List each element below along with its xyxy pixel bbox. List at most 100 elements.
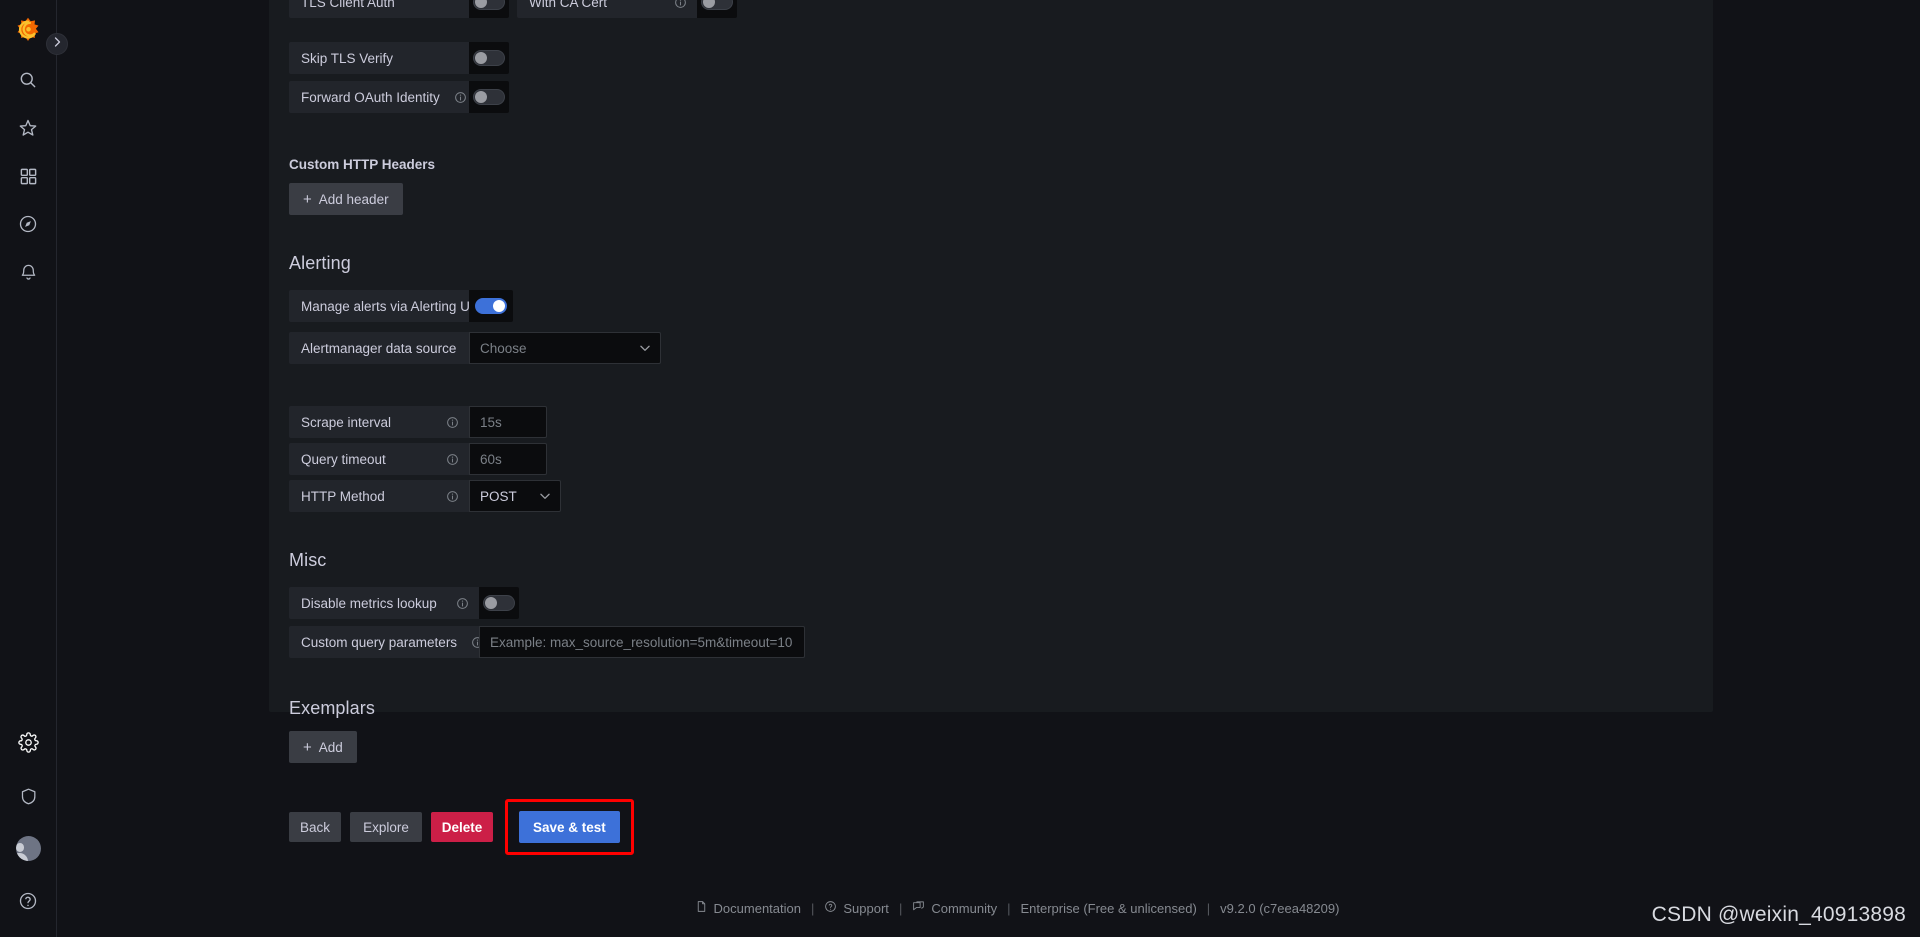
- skip-tls-verify-toggle[interactable]: [473, 50, 505, 66]
- manage-alerts-toggle[interactable]: [475, 298, 507, 314]
- footer-support-label: Support: [843, 900, 889, 916]
- tls-client-auth-toggle[interactable]: [473, 0, 505, 10]
- grafana-datasource-settings-page: TLS Client Auth With CA Cert Skip TLS Ve…: [0, 0, 1920, 937]
- manage-alerts-row: Manage alerts via Alerting UI: [289, 290, 1693, 322]
- page-content: TLS Client Auth With CA Cert Skip TLS Ve…: [57, 0, 1920, 937]
- avatar[interactable]: [15, 836, 41, 861]
- http-method-label-cell: HTTP Method: [289, 480, 469, 512]
- http-method-value: POST: [480, 488, 517, 504]
- custom-query-parameters-input[interactable]: [479, 626, 805, 658]
- chevron-down-icon: [538, 489, 552, 503]
- plus-icon: +: [303, 738, 312, 756]
- skip-tls-verify-row: Skip TLS Verify: [289, 42, 1693, 74]
- footer-separator: |: [1206, 900, 1211, 916]
- exemplars-section-title: Exemplars: [289, 698, 375, 718]
- add-exemplar-button[interactable]: + Add: [289, 731, 357, 763]
- info-icon[interactable]: [446, 453, 459, 466]
- footer-support-link[interactable]: Support: [824, 900, 889, 916]
- explore-label: Explore: [363, 819, 409, 835]
- search-icon: [18, 70, 38, 90]
- footer-community-link[interactable]: Community: [912, 900, 997, 916]
- skip-tls-verify-toggle-cell: [469, 42, 509, 74]
- sidebar-item-starred[interactable]: [14, 114, 42, 142]
- footer-community-label: Community: [931, 900, 998, 916]
- disable-metrics-lookup-toggle[interactable]: [483, 595, 515, 611]
- skip-tls-verify-label: Skip TLS Verify: [289, 42, 469, 74]
- tls-client-auth-row: TLS Client Auth With CA Cert: [289, 0, 1693, 18]
- forward-oauth-row: Forward OAuth Identity: [289, 81, 1693, 113]
- custom-http-headers-title: Custom HTTP Headers: [289, 157, 436, 172]
- with-ca-cert-toggle[interactable]: [701, 0, 733, 10]
- http-method-row: HTTP Method POST: [289, 480, 1693, 512]
- save-and-test-button[interactable]: Save & test: [519, 811, 620, 843]
- expand-sidebar-button[interactable]: [46, 33, 68, 55]
- bell-icon: [19, 263, 38, 282]
- scrape-interval-label: Scrape interval: [301, 414, 392, 430]
- alertmanager-label-cell: Alertmanager data source: [289, 332, 483, 364]
- shield-icon: [19, 787, 38, 806]
- sidebar-item-help[interactable]: [14, 887, 42, 915]
- info-icon[interactable]: [446, 490, 459, 503]
- question-circle-icon: [824, 900, 837, 916]
- compass-icon: [18, 214, 38, 234]
- alerting-section-title: Alerting: [289, 253, 351, 273]
- disable-metrics-lookup-toggle-cell: [479, 587, 519, 619]
- sidebar-item-explore[interactable]: [14, 210, 42, 238]
- explore-button[interactable]: Explore: [350, 812, 422, 842]
- alertmanager-select-value: Choose: [480, 340, 527, 356]
- query-timeout-input[interactable]: [469, 443, 547, 475]
- avatar-icon: [15, 843, 25, 852]
- http-method-select[interactable]: POST: [469, 480, 561, 512]
- footer-license-label: Enterprise (Free & unlicensed): [1020, 900, 1197, 916]
- with-ca-cert-label: With CA Cert: [529, 0, 608, 10]
- with-ca-cert-row: With CA Cert: [517, 0, 697, 18]
- delete-label: Delete: [441, 819, 483, 835]
- back-button[interactable]: Back: [289, 812, 341, 842]
- forward-oauth-toggle[interactable]: [473, 89, 505, 105]
- chevron-down-icon: [638, 341, 652, 355]
- delete-button[interactable]: Delete: [431, 812, 493, 842]
- info-icon[interactable]: [456, 597, 469, 610]
- sidebar-item-search[interactable]: [14, 66, 42, 94]
- add-header-label: Add header: [318, 191, 389, 207]
- with-ca-cert-toggle-cell: [697, 0, 737, 18]
- grafana-logo-icon[interactable]: [12, 14, 44, 46]
- footer-documentation-link[interactable]: Documentation: [695, 900, 801, 916]
- http-method-label: HTTP Method: [301, 488, 385, 504]
- query-timeout-row: Query timeout: [289, 443, 1693, 475]
- alertmanager-datasource-select[interactable]: Choose: [469, 332, 661, 364]
- alertmanager-row: Alertmanager data source Choose: [289, 332, 1693, 364]
- sidebar-nav: [0, 0, 57, 937]
- footer-separator: |: [811, 900, 815, 916]
- query-timeout-label-cell: Query timeout: [289, 443, 469, 475]
- info-icon[interactable]: [454, 91, 467, 104]
- manage-alerts-label: Manage alerts via Alerting UI: [289, 290, 474, 322]
- sidebar-bottom-section: [14, 702, 42, 937]
- sidebar-item-server-admin[interactable]: [14, 782, 42, 810]
- scrape-interval-input[interactable]: [469, 406, 547, 438]
- footer-documentation-label: Documentation: [713, 900, 801, 916]
- custom-query-parameters-label-cell: Custom query parameters: [289, 626, 483, 658]
- manage-alerts-toggle-cell: [469, 290, 513, 322]
- question-circle-icon: [18, 891, 38, 911]
- footer-version-label: v9.2.0 (c7eea48209): [1220, 900, 1340, 916]
- disable-metrics-lookup-label-cell: Disable metrics lookup: [289, 587, 479, 619]
- scrape-interval-label-cell: Scrape interval: [289, 406, 469, 438]
- misc-section-title: Misc: [289, 550, 327, 570]
- add-header-button[interactable]: + Add header: [289, 183, 403, 215]
- sidebar-item-configuration[interactable]: [14, 728, 42, 756]
- sidebar-item-dashboards[interactable]: [14, 162, 42, 190]
- info-icon[interactable]: [674, 0, 687, 9]
- scrape-interval-row: Scrape interval: [289, 406, 1693, 438]
- datasource-settings-card: TLS Client Auth With CA Cert Skip TLS Ve…: [269, 0, 1713, 855]
- back-label: Back: [300, 819, 331, 835]
- disable-metrics-lookup-row: Disable metrics lookup: [289, 587, 1693, 619]
- sidebar-item-alerting[interactable]: [14, 258, 42, 286]
- page-footer: Documentation | Support | Community | En…: [114, 900, 1920, 916]
- footer-separator: |: [1007, 900, 1011, 916]
- alertmanager-label: Alertmanager data source: [301, 340, 457, 356]
- gear-icon: [17, 731, 39, 753]
- tls-client-auth-label: TLS Client Auth: [289, 0, 469, 18]
- comments-icon: [912, 900, 925, 916]
- info-icon[interactable]: [446, 416, 459, 429]
